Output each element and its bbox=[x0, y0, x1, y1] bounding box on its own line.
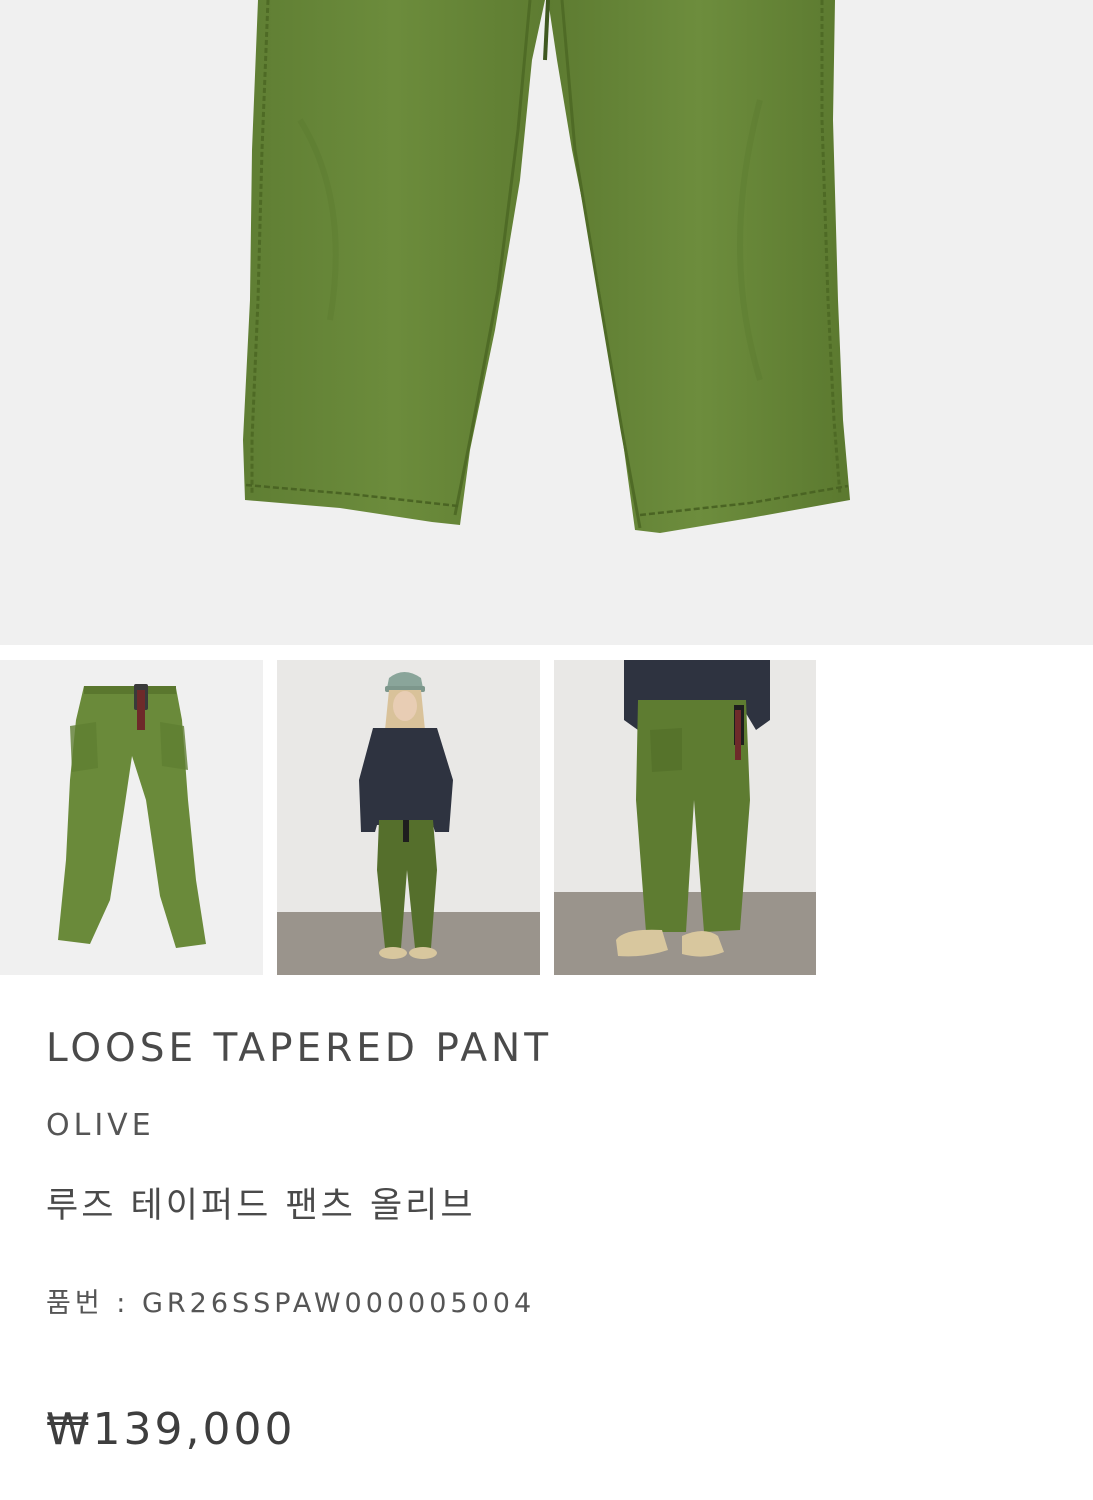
thumbnail-model-lower-body[interactable] bbox=[554, 660, 816, 975]
product-korean-name: 루즈 테이퍼드 팬츠 올리브 bbox=[46, 1186, 476, 1226]
product-color: OLIVE bbox=[46, 1108, 155, 1143]
flat-lay-illustration bbox=[58, 684, 206, 948]
thumbnail-gallery bbox=[0, 660, 1093, 975]
product-code-separator: : bbox=[103, 1288, 142, 1319]
hero-pants-illustration bbox=[243, 0, 850, 533]
model-lower-body-illustration bbox=[554, 660, 816, 975]
product-price: ₩139,000 bbox=[46, 1404, 296, 1455]
product-title: LOOSE TAPERED PANT bbox=[46, 1026, 553, 1071]
thumbnail-model-full-body[interactable] bbox=[277, 660, 540, 975]
hero-product-image[interactable] bbox=[0, 0, 1093, 645]
model-full-body-illustration bbox=[277, 660, 540, 975]
product-code-value: GR26SSPAW000005004 bbox=[141, 1288, 536, 1319]
product-code-row: 품번 : GR26SSPAW000005004 bbox=[46, 1281, 535, 1320]
product-code-label: 품번 bbox=[46, 1288, 104, 1319]
thumbnail-flat-lay[interactable] bbox=[0, 660, 263, 975]
